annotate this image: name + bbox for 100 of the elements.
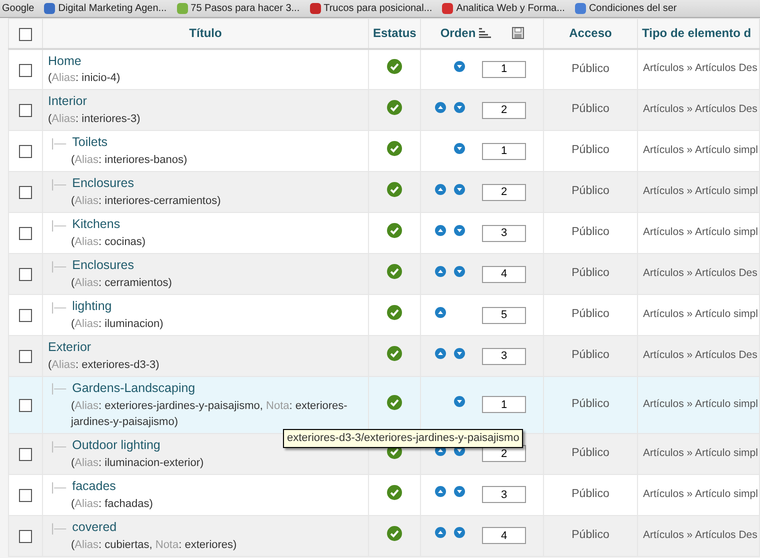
access-text: Público bbox=[572, 144, 610, 156]
tree-branch-marker: |— bbox=[51, 176, 66, 193]
order-field[interactable]: 3 bbox=[482, 224, 526, 242]
access-text: Público bbox=[572, 447, 610, 460]
published-check-icon[interactable] bbox=[387, 346, 402, 361]
alias-text: (Alias: iluminacion) bbox=[70, 317, 164, 332]
access-text: Público bbox=[572, 398, 610, 410]
row-checkbox[interactable] bbox=[19, 399, 32, 412]
column-header[interactable]: Orden bbox=[440, 24, 476, 42]
order-field[interactable]: 3 bbox=[482, 486, 526, 504]
access-text: Público bbox=[572, 62, 610, 75]
row-checkbox[interactable] bbox=[19, 145, 32, 158]
order-field[interactable]: 3 bbox=[482, 348, 526, 364]
row-checkbox[interactable] bbox=[19, 530, 32, 544]
alias-text: (Alias: exteriores-d3-3) bbox=[48, 358, 160, 374]
select-all-checkbox[interactable] bbox=[19, 28, 32, 41]
tree-branch-marker: |— bbox=[51, 298, 66, 316]
column-header[interactable]: Título bbox=[189, 26, 222, 40]
access-text: Público bbox=[572, 488, 610, 500]
item-title-link[interactable]: Enclosures bbox=[72, 174, 134, 194]
item-type-text: Artículos » Artículo simpl bbox=[643, 446, 758, 459]
item-title-link[interactable]: lighting bbox=[72, 297, 112, 316]
order-field[interactable]: 2 bbox=[482, 102, 526, 118]
item-type-text: Artículos » Artículo simpl bbox=[643, 308, 758, 320]
item-title-link[interactable]: Interior bbox=[48, 92, 87, 112]
item-type-text: Artículos » Artículos Des bbox=[643, 528, 758, 541]
alias-text: (Alias: cubiertas, Nota: exteriores) bbox=[70, 538, 238, 553]
item-type-text: Artículos » Artículos Des bbox=[643, 103, 758, 116]
bookmark-link[interactable]: Condiciones del ser bbox=[574, 1, 677, 16]
item-type-text: Artículos » Artículo simpl bbox=[643, 185, 758, 198]
alias-text: (Alias: interiores-banos) bbox=[70, 153, 188, 168]
published-check-icon[interactable] bbox=[387, 182, 402, 197]
row-checkbox[interactable] bbox=[19, 227, 32, 240]
item-title-link[interactable]: Toilets bbox=[72, 133, 108, 152]
tree-branch-marker: |— bbox=[51, 258, 66, 275]
alias-text: (Alias: interiores-cerramientos) bbox=[70, 194, 222, 210]
published-check-icon[interactable] bbox=[387, 264, 402, 279]
item-type-text: Artículos » Artículos Des bbox=[643, 62, 758, 74]
order-field[interactable]: 5 bbox=[482, 306, 526, 324]
row-checkbox[interactable] bbox=[19, 186, 32, 200]
tooltip: exteriores-d3-3/exteriores-jardines-y-paisajismo bbox=[283, 429, 524, 448]
item-title-link[interactable]: Kitchens bbox=[72, 215, 120, 234]
row-checkbox[interactable] bbox=[19, 268, 32, 282]
row-checkbox[interactable] bbox=[19, 309, 32, 322]
item-type-text: Artículos » Artículo simpl bbox=[643, 226, 758, 238]
order-field[interactable]: 1 bbox=[482, 396, 526, 414]
tree-branch-marker: |— bbox=[51, 520, 66, 536]
bookmark-link[interactable]: Analitica Web y Forma... bbox=[442, 1, 565, 16]
item-title-link[interactable]: facades bbox=[72, 477, 116, 496]
published-check-icon[interactable] bbox=[387, 484, 402, 500]
alias-text: (Alias: interiores-3) bbox=[48, 112, 142, 128]
published-check-icon[interactable] bbox=[387, 394, 402, 410]
order-field[interactable]: 4 bbox=[482, 527, 526, 544]
access-text: Público bbox=[572, 529, 610, 542]
bookmark-link[interactable]: Digital Marketing Agen... bbox=[44, 1, 167, 16]
bookmark-link[interactable]: 75 Pasos para hacer 3... bbox=[176, 1, 300, 16]
item-type-text: Artículos » Artículos Des bbox=[643, 267, 758, 280]
alias-text: (Alias: iluminacion-exterior) bbox=[70, 456, 205, 471]
item-title-link[interactable]: Gardens-Landscaping bbox=[72, 379, 196, 398]
published-check-icon[interactable] bbox=[387, 59, 402, 74]
order-field[interactable]: 2 bbox=[482, 184, 526, 200]
item-type-text: Artículos » Artículos Des bbox=[643, 349, 758, 362]
save-icon[interactable] bbox=[512, 27, 524, 40]
item-title-link[interactable]: Exterior bbox=[48, 338, 92, 358]
bookmark-link[interactable]: Google bbox=[2, 1, 34, 16]
item-type-text: Artículos » Artículo simpl bbox=[643, 398, 758, 410]
access-text: Público bbox=[572, 349, 610, 362]
item-type-text: Artículos » Artículo simpl bbox=[643, 144, 758, 156]
row-checkbox[interactable] bbox=[19, 104, 32, 118]
order-field[interactable]: 1 bbox=[482, 60, 526, 78]
bookmark-link[interactable]: Trucos para posicional... bbox=[310, 1, 432, 16]
access-text: Público bbox=[572, 267, 610, 280]
item-title-link[interactable]: Outdoor lighting bbox=[72, 436, 160, 455]
alias-text: (Alias: cocinas) bbox=[70, 235, 147, 250]
tree-branch-marker: |— bbox=[51, 216, 66, 234]
row-checkbox[interactable] bbox=[19, 350, 32, 364]
alias-text: (Alias: exteriores-jardines-y-paisajismo, Nota: exteriores-jardines-y-paisajismo) bbox=[70, 398, 348, 430]
sort-icon[interactable] bbox=[478, 28, 491, 38]
order-field[interactable]: 1 bbox=[482, 142, 526, 160]
order-field[interactable]: 4 bbox=[482, 266, 526, 282]
item-type-text: Artículos » Artículo simpl bbox=[643, 488, 758, 500]
tree-branch-marker: |— bbox=[51, 438, 66, 454]
row-checkbox[interactable] bbox=[19, 448, 32, 462]
item-title-link[interactable]: Enclosures bbox=[72, 256, 134, 276]
tree-branch-marker: |— bbox=[51, 380, 66, 398]
row-checkbox[interactable] bbox=[19, 489, 32, 502]
published-check-icon[interactable] bbox=[387, 223, 402, 238]
published-check-icon[interactable] bbox=[387, 141, 402, 156]
published-check-icon[interactable] bbox=[387, 305, 402, 320]
access-text: Público bbox=[572, 103, 610, 116]
alias-text: (Alias: inicio-4) bbox=[48, 71, 122, 86]
alias-text: (Alias: fachadas) bbox=[70, 496, 154, 512]
item-title-link[interactable]: Home bbox=[48, 52, 82, 70]
row-checkbox[interactable] bbox=[19, 64, 32, 77]
tree-branch-marker: |— bbox=[51, 478, 66, 496]
item-title-link[interactable]: covered bbox=[72, 518, 117, 537]
tree-branch-marker: |— bbox=[51, 134, 66, 152]
published-check-icon[interactable] bbox=[387, 100, 402, 115]
published-check-icon[interactable] bbox=[387, 526, 402, 541]
alias-text: (Alias: cerramientos) bbox=[70, 276, 173, 292]
